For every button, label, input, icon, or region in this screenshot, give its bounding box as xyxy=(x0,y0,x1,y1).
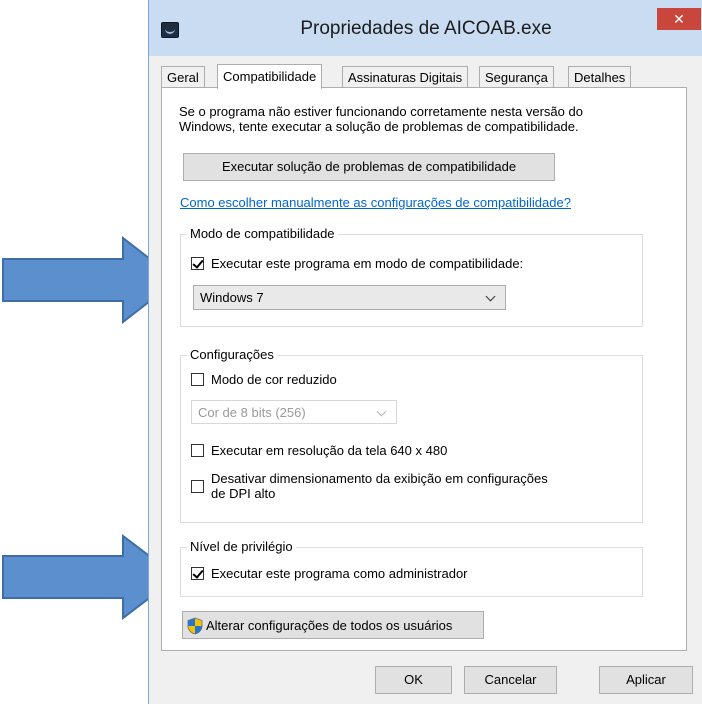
close-icon: ✕ xyxy=(673,11,685,27)
admin-label: Executar este programa como administrado… xyxy=(211,566,468,581)
all-users-settings-button[interactable]: Alterar configurações de todos os usuári… xyxy=(182,611,484,639)
chevron-down-icon xyxy=(376,406,387,417)
troubleshoot-button[interactable]: Executar solução de problemas de compati… xyxy=(183,153,555,181)
compat-mode-checkbox[interactable] xyxy=(191,257,204,270)
privilege-group: Nível de privilégio Executar este progra… xyxy=(180,539,643,597)
tab-geral[interactable]: Geral xyxy=(161,66,205,87)
compat-mode-label: Executar este programa em modo de compat… xyxy=(211,256,524,271)
properties-dialog: Propriedades de AICOAB.exe ✕ Geral Compa… xyxy=(148,0,702,704)
dpi-label-line-2: de DPI alto xyxy=(211,486,276,501)
intro-line-2: Windows, tente executar a solução de pro… xyxy=(179,119,579,134)
os-version-select[interactable]: Windows 7 xyxy=(193,285,506,310)
window-title: Propriedades de AICOAB.exe xyxy=(300,18,552,39)
intro-line-1: Se o programa não estiver funcionando co… xyxy=(179,104,583,119)
privilege-legend: Nível de privilégio xyxy=(187,539,296,554)
close-button[interactable]: ✕ xyxy=(657,8,701,30)
manual-settings-link[interactable]: Como escolher manualmente as configuraçõ… xyxy=(180,195,571,210)
cancel-button[interactable]: Cancelar xyxy=(464,666,557,694)
os-version-value: Windows 7 xyxy=(200,290,264,305)
compat-mode-group: Modo de compatibilidade Executar este pr… xyxy=(180,226,643,327)
all-users-settings-label: Alterar configurações de todos os usuári… xyxy=(206,618,453,633)
resolution-checkbox[interactable] xyxy=(191,444,204,457)
intro-text: Se o programa não estiver funcionando co… xyxy=(179,104,649,134)
apply-button[interactable]: Aplicar xyxy=(599,666,693,694)
compatibility-panel: Se o programa não estiver funcionando co… xyxy=(161,87,687,651)
ok-button[interactable]: OK xyxy=(375,666,452,694)
tab-assinaturas-digitais[interactable]: Assinaturas Digitais xyxy=(342,66,469,87)
settings-group: Configurações Modo de cor reduzido Cor d… xyxy=(180,347,643,523)
tab-compatibilidade[interactable]: Compatibilidade xyxy=(217,64,323,89)
resolution-label: Executar em resolução da tela 640 x 480 xyxy=(211,443,448,458)
chevron-down-icon xyxy=(485,291,496,302)
color-depth-select: Cor de 8 bits (256) xyxy=(191,400,397,424)
dpi-checkbox[interactable] xyxy=(191,480,204,493)
tab-seguranca[interactable]: Segurança xyxy=(479,66,554,87)
color-depth-value: Cor de 8 bits (256) xyxy=(198,405,306,420)
admin-checkbox[interactable] xyxy=(191,567,204,580)
compat-mode-legend: Modo de compatibilidade xyxy=(187,226,338,241)
dpi-label: Desativar dimensionamento da exibição em… xyxy=(211,471,548,501)
reduced-color-checkbox[interactable] xyxy=(191,373,204,386)
dpi-label-line-1: Desativar dimensionamento da exibição em… xyxy=(211,471,548,486)
uac-shield-icon xyxy=(187,617,203,635)
reduced-color-label: Modo de cor reduzido xyxy=(211,372,337,387)
title-bar[interactable]: Propriedades de AICOAB.exe ✕ xyxy=(149,0,702,56)
settings-legend: Configurações xyxy=(187,347,277,362)
tab-detalhes[interactable]: Detalhes xyxy=(568,66,632,87)
